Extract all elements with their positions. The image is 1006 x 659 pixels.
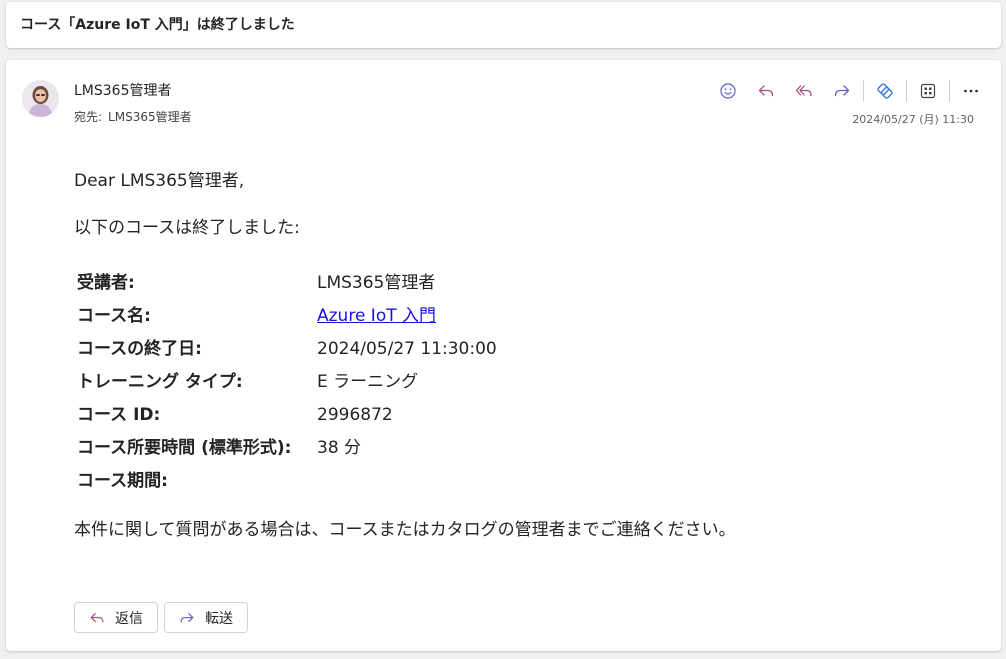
detail-label: コース期間: [77,470,168,491]
recipient-line: 宛先: LMS365管理者 [74,109,192,125]
loop-button[interactable] [866,75,904,107]
reply-button[interactable] [747,75,785,107]
detail-row-period: コース期間: [77,464,497,497]
detail-label: コースの終了日: [77,338,202,359]
forward-icon [179,610,195,626]
avatar[interactable] [22,80,59,117]
detail-value: 2996872 [317,404,393,425]
to-label: 宛先: [74,110,103,124]
more-icon [964,89,978,93]
detail-row-course-id: コース ID: 2996872 [77,398,497,431]
react-button[interactable] [709,75,747,107]
detail-value: E ラーニング [317,371,419,392]
toolbar-divider [949,80,950,102]
intro-text: 以下のコースは終了しました: [74,218,300,238]
reply-action-label: 返信 [115,610,143,627]
toolbar-divider [906,80,907,102]
detail-label: トレーニング タイプ: [77,371,243,392]
detail-label: コース所要時間 (標準形式): [77,437,292,458]
reply-all-icon [795,85,812,97]
reply-icon [89,610,105,626]
reply-all-button[interactable] [785,75,823,107]
apps-button[interactable] [909,75,947,107]
forward-action-button[interactable]: 転送 [164,602,248,633]
email-subject: コース「Azure IoT 入門」は終了しました [20,17,295,33]
detail-row-end-date: コースの終了日: 2024/05/27 11:30:00 [77,332,497,365]
contact-note: 本件に関して質問がある場合は、コースまたはカタログの管理者までご連絡ください。 [74,520,736,540]
detail-row-duration: コース所要時間 (標準形式): 38 分 [77,431,497,464]
detail-label: 受講者: [77,272,135,293]
recipient-name[interactable]: LMS365管理者 [108,110,192,124]
detail-label: コース名: [77,305,151,326]
detail-value: 2024/05/27 11:30:00 [317,338,497,359]
forward-action-label: 転送 [205,610,233,627]
greeting: Dear LMS365管理者, [74,171,245,191]
reply-icon [758,85,774,97]
course-details: 受講者: LMS365管理者 コース名: Azure IoT 入門 コースの終了… [77,266,497,497]
detail-row-learner: 受講者: LMS365管理者 [77,266,497,299]
subject-header: コース「Azure IoT 入門」は終了しました [6,2,1001,48]
detail-value: LMS365管理者 [317,272,436,293]
more-options-button[interactable] [952,75,990,107]
reply-action-button[interactable]: 返信 [74,602,158,633]
quick-actions: 返信 転送 [74,602,248,633]
detail-value: Azure IoT 入門 [317,305,436,327]
detail-label: コース ID: [77,404,161,425]
detail-row-course-name: コース名: Azure IoT 入門 [77,299,497,332]
message-toolbar [709,74,990,108]
message-card: LMS365管理者 宛先: LMS365管理者 2024/05/27 (月) 1… [6,60,1001,651]
forward-button[interactable] [823,75,861,107]
sender-name[interactable]: LMS365管理者 [74,82,172,100]
detail-value: 38 分 [317,437,362,458]
loop-icon [877,83,893,99]
forward-icon [834,85,850,97]
smiley-icon [720,83,736,99]
course-link[interactable]: Azure IoT 入門 [317,306,436,326]
detail-row-training-type: トレーニング タイプ: E ラーニング [77,365,497,398]
toolbar-divider [863,80,864,102]
message-date: 2024/05/27 (月) 11:30 [852,113,974,126]
apps-icon [920,83,936,99]
